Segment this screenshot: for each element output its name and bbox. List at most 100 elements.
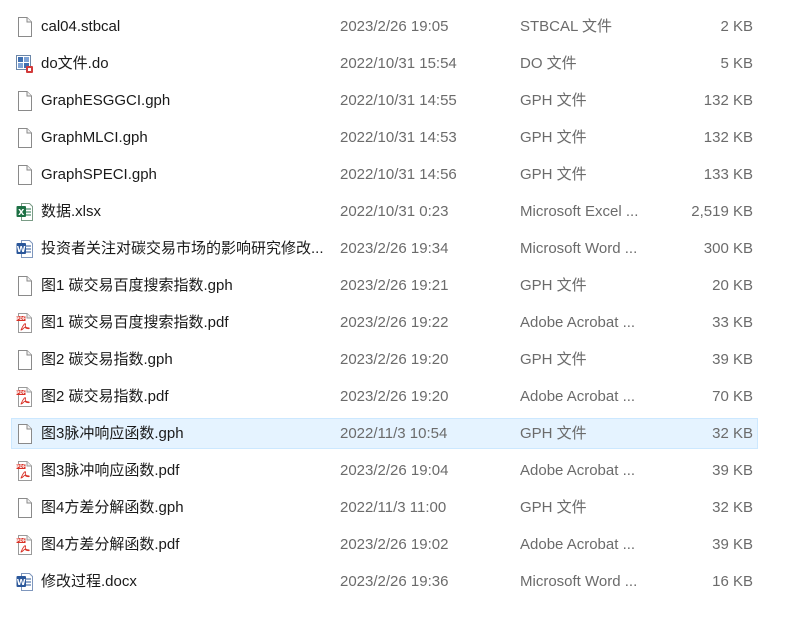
file-name: 图1 碳交易百度搜索指数.gph [41,277,233,294]
generic-file-icon [16,128,34,148]
pdf-file-icon: PDF [16,313,34,333]
file-name: 图2 碳交易指数.pdf [41,388,169,405]
file-name: 图4方差分解函数.pdf [41,536,180,553]
generic-file-icon [16,350,34,370]
file-date-modified: 2022/10/31 14:56 [340,166,457,183]
pdf-file-icon: PDF [16,535,34,555]
file-size: 39 KB [712,351,753,368]
file-type: GPH 文件 [520,351,587,368]
file-type: GPH 文件 [520,166,587,183]
file-row[interactable]: cal04.stbcal 2023/2/26 19:05 STBCAL 文件 2 KB [0,10,800,47]
file-row[interactable]: GraphMLCI.gph 2022/10/31 14:53 GPH 文件 132 K… [0,121,800,158]
file-name: 投资者关注对碳交易市场的影响研究修改... [41,240,324,257]
file-row[interactable]: PDF 图3脉冲响应函数.pdf 2023/2/26 19:04 Adobe Acro… [0,454,800,491]
word-file-icon: W [16,239,34,259]
file-list: cal04.stbcal 2023/2/26 19:05 STBCAL 文件 2 KB… [0,10,800,602]
file-date-modified: 2023/2/26 19:05 [340,18,449,35]
file-size: 132 KB [703,92,753,109]
file-type: GPH 文件 [520,277,587,294]
file-size: 32 KB [712,499,753,516]
svg-text:PDF: PDF [16,316,26,321]
file-name: cal04.stbcal [41,18,121,35]
word-file-icon: W [16,572,34,592]
file-name: 图3脉冲响应函数.pdf [41,462,180,479]
file-type: Adobe Acrobat ... [520,536,636,553]
file-size: 2 KB [720,18,753,35]
file-size: 5 KB [720,55,753,72]
file-name: GraphMLCI.gph [41,129,148,146]
file-date-modified: 2023/2/26 19:20 [340,351,449,368]
file-date-modified: 2022/11/3 10:54 [340,425,448,442]
stata-do-file-icon [16,54,34,74]
file-row[interactable]: PDF 图4方差分解函数.pdf 2023/2/26 19:02 Adobe Acro… [0,528,800,565]
generic-file-icon [16,424,34,444]
file-name: GraphSPECI.gph [41,166,157,183]
file-date-modified: 2023/2/26 19:02 [340,536,449,553]
file-row[interactable]: GraphSPECI.gph 2022/10/31 14:56 GPH 文件 133 … [0,158,800,195]
file-row[interactable]: W 修改过程.docx 2023/2/26 19:36 Microsoft Word … [0,565,800,602]
pdf-file-icon: PDF [16,461,34,481]
file-date-modified: 2022/10/31 0:23 [340,203,449,220]
file-name: 图4方差分解函数.gph [41,499,184,516]
file-type: GPH 文件 [520,129,587,146]
file-type: Adobe Acrobat ... [520,314,636,331]
file-size: 2,519 KB [691,203,753,220]
file-name: GraphESGGCI.gph [41,92,171,109]
svg-text:PDF: PDF [16,464,26,469]
file-row[interactable]: 图2 碳交易指数.gph 2023/2/26 19:20 GPH 文件 39 KB [0,343,800,380]
pdf-file-icon: PDF [16,387,34,407]
svg-text:PDF: PDF [16,390,26,395]
file-row[interactable]: W 投资者关注对碳交易市场的影响研究修改... 2023/2/26 19:34 Mic… [0,232,800,269]
generic-file-icon [16,165,34,185]
file-name: do文件.do [41,55,109,72]
file-date-modified: 2022/11/3 11:00 [340,499,447,516]
file-date-modified: 2023/2/26 19:36 [340,573,449,590]
file-date-modified: 2023/2/26 19:21 [340,277,449,294]
generic-file-icon [16,91,34,111]
file-size: 300 KB [703,240,753,257]
file-row[interactable]: do文件.do 2022/10/31 15:54 DO 文件 5 KB [0,47,800,84]
file-row[interactable]: PDF 图2 碳交易指数.pdf 2023/2/26 19:20 Adobe Acro… [0,380,800,417]
generic-file-icon [16,17,34,37]
file-type: Microsoft Word ... [520,240,638,257]
file-row[interactable]: 图3脉冲响应函数.gph 2022/11/3 10:54 GPH 文件 32 KB [0,417,800,454]
file-size: 132 KB [703,129,753,146]
file-type: DO 文件 [520,55,577,72]
file-row[interactable]: 图4方差分解函数.gph 2022/11/3 11:00 GPH 文件 32 KB [0,491,800,528]
file-date-modified: 2022/10/31 15:54 [340,55,457,72]
file-date-modified: 2023/2/26 19:20 [340,388,449,405]
file-row[interactable]: X 数据.xlsx 2022/10/31 0:23 Microsoft Excel .… [0,195,800,232]
file-size: 32 KB [712,425,753,442]
file-type: GPH 文件 [520,499,587,516]
file-date-modified: 2023/2/26 19:22 [340,314,449,331]
file-size: 39 KB [712,536,753,553]
file-size: 39 KB [712,462,753,479]
file-type: GPH 文件 [520,425,587,442]
file-date-modified: 2022/10/31 14:55 [340,92,457,109]
svg-text:PDF: PDF [16,538,26,543]
file-type: GPH 文件 [520,92,587,109]
file-row[interactable]: GraphESGGCI.gph 2022/10/31 14:55 GPH 文件 132… [0,84,800,121]
generic-file-icon [16,498,34,518]
svg-text:X: X [18,208,25,217]
file-name: 图3脉冲响应函数.gph [41,425,184,442]
file-type: STBCAL 文件 [520,18,612,35]
file-type: Adobe Acrobat ... [520,462,636,479]
file-size: 70 KB [712,388,753,405]
file-size: 133 KB [703,166,753,183]
file-type: Adobe Acrobat ... [520,388,636,405]
excel-file-icon: X [16,202,34,222]
file-name: 图2 碳交易指数.gph [41,351,173,368]
file-row[interactable]: PDF 图1 碳交易百度搜索指数.pdf 2023/2/26 19:22 Adobe … [0,306,800,343]
file-date-modified: 2023/2/26 19:34 [340,240,449,257]
svg-text:W: W [17,578,26,587]
file-name: 图1 碳交易百度搜索指数.pdf [41,314,229,331]
file-name: 数据.xlsx [41,203,102,220]
file-size: 16 KB [712,573,753,590]
svg-text:W: W [17,245,26,254]
file-date-modified: 2022/10/31 14:53 [340,129,457,146]
file-row[interactable]: 图1 碳交易百度搜索指数.gph 2023/2/26 19:21 GPH 文件 20 … [0,269,800,306]
file-size: 20 KB [712,277,753,294]
file-name: 修改过程.docx [41,573,137,590]
file-date-modified: 2023/2/26 19:04 [340,462,449,479]
